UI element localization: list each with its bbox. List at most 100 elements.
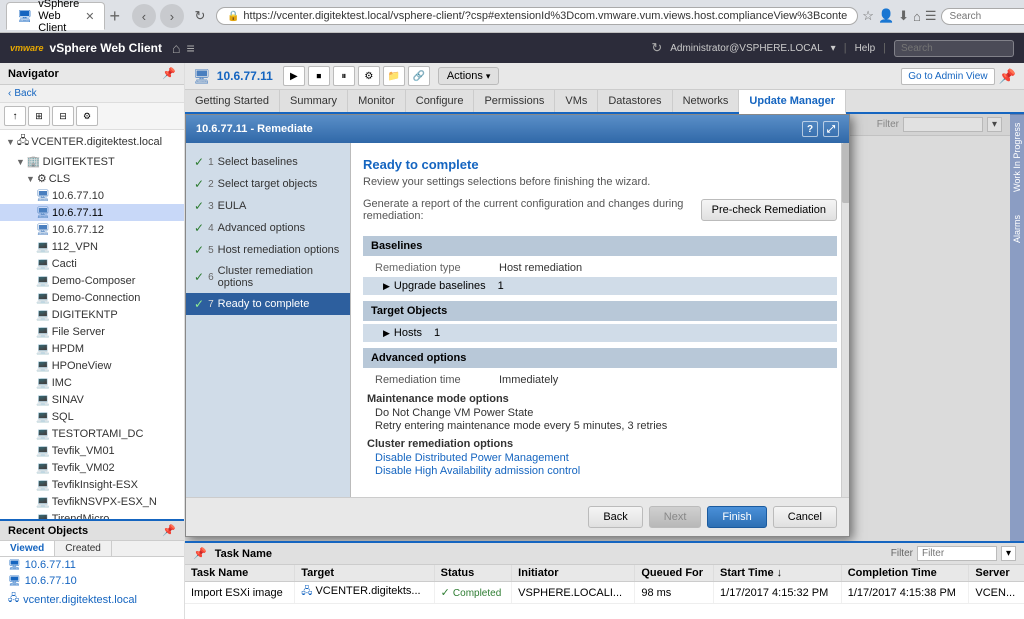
wizard-step-2[interactable]: ✓ 2 Select target objects	[186, 173, 350, 195]
list-item[interactable]: 🖥 10.6.77.10	[0, 573, 184, 589]
menu-nav-icon[interactable]: ≡	[186, 40, 194, 56]
remediate-dialog: 10.6.77.11 - Remediate ? ⤢ ✓	[185, 114, 850, 537]
address-bar[interactable]: 🔒 https://vcenter.digitektest.local/vsph…	[216, 7, 858, 25]
app-search-input[interactable]	[894, 40, 1014, 57]
sidebar-expand-btn[interactable]: ⊞	[28, 106, 50, 126]
subsection-row[interactable]: ▶ Upgrade baselines 1	[363, 277, 837, 295]
sidebar-filter-btn[interactable]: ⚙	[76, 106, 98, 126]
browser-tab[interactable]: 🖥 vSphere Web Client ✕	[6, 2, 105, 30]
tree-item-cluster[interactable]: ▼ ⚙ CLS	[0, 170, 184, 187]
tree-item-vm-5[interactable]: 💻 DIGITEKNTP	[0, 306, 184, 323]
tab-monitor[interactable]: Monitor	[348, 90, 406, 112]
user-dropdown-icon[interactable]: ▾	[831, 43, 836, 54]
tree-item-vm-14[interactable]: 💻 Tevfik_VM02	[0, 459, 184, 476]
home-nav-icon[interactable]: ⌂	[172, 40, 180, 56]
bottom-filter-dropdown[interactable]: ▾	[1001, 546, 1016, 561]
wizard-step-1[interactable]: ✓ 1 Select baselines	[186, 151, 350, 173]
tree-item-vm-16[interactable]: 💻 TevfikNSVPX-ESX_N	[0, 493, 184, 510]
tree-item-vm-7[interactable]: 💻 HPDM	[0, 340, 184, 357]
tree-item-vm-9[interactable]: 💻 IMC	[0, 374, 184, 391]
tab-viewed[interactable]: Viewed	[0, 541, 55, 556]
tree-item-datacenter[interactable]: ▼ 🏢 DIGITEKTEST	[0, 153, 184, 170]
link-icon[interactable]: 🔗	[408, 66, 430, 86]
subsection-row[interactable]: ▶ Hosts 1	[363, 324, 837, 342]
tree-item-vm-2[interactable]: 💻 Cacti	[0, 255, 184, 272]
target-objects-section-header[interactable]: Target Objects	[363, 301, 837, 321]
tree-item-vm-15[interactable]: 💻 TevfikInsight-ESX	[0, 476, 184, 493]
tab-vms[interactable]: VMs	[555, 90, 598, 112]
bottom-panel-pin-icon[interactable]: 📌	[193, 547, 207, 560]
baselines-section-header[interactable]: Baselines	[363, 236, 837, 256]
list-item[interactable]: 🖧 VCENTER.digitektest.local	[0, 610, 184, 612]
tab-getting-started[interactable]: Getting Started	[185, 90, 280, 112]
app-header: vmware vSphere Web Client ⌂ ≡ ↻ Administ…	[0, 33, 1024, 63]
sidebar-up-btn[interactable]: ↑	[4, 106, 26, 126]
sidebar-pin-icon[interactable]: 📌	[162, 67, 176, 80]
work-in-progress-tab[interactable]: Work In Progress	[1010, 114, 1024, 199]
sidebar-collapse-btn[interactable]: ⊟	[52, 106, 74, 126]
tab-networks[interactable]: Networks	[673, 90, 740, 112]
precheck-remediation-button[interactable]: Pre-check Remediation	[701, 199, 837, 221]
tree-item-vm-3[interactable]: 💻 Demo-Composer	[0, 272, 184, 289]
tab-close-icon[interactable]: ✕	[85, 10, 94, 23]
toolbar-pin-icon[interactable]: 📌	[999, 68, 1016, 85]
tree-item-vm-10[interactable]: 💻 SINAV	[0, 391, 184, 408]
tab-configure[interactable]: Configure	[406, 90, 475, 112]
finish-button[interactable]: Finish	[707, 506, 766, 528]
browser-search-input[interactable]	[941, 8, 1024, 25]
tab-datastores[interactable]: Datastores	[598, 90, 672, 112]
bookmark-icon[interactable]: ☆	[862, 8, 874, 24]
help-label[interactable]: Help	[855, 43, 876, 54]
bottom-filter-input[interactable]	[917, 546, 997, 561]
dialog-help-icon[interactable]: ?	[802, 121, 818, 137]
actions-button[interactable]: Actions ▾	[438, 67, 500, 85]
back-button[interactable]: Back	[14, 88, 36, 99]
dialog-expand-icon[interactable]: ⤢	[823, 121, 839, 137]
tree-item-host-1[interactable]: 🖥 10.6.77.10	[0, 187, 184, 204]
tree-item-vm-8[interactable]: 💻 HPOneView	[0, 357, 184, 374]
tree-item-vm-17[interactable]: 💻 TirendMicro	[0, 510, 184, 519]
home-icon[interactable]: ⌂	[913, 9, 921, 24]
back-nav-button[interactable]: ‹	[132, 4, 156, 28]
next-button[interactable]: Next	[649, 506, 702, 528]
power-on-icon[interactable]: ▶	[283, 66, 305, 86]
tree-item-host-3[interactable]: 🖥 10.6.77.12	[0, 221, 184, 238]
tree-item-vm-12[interactable]: 💻 TESTORTAMI_DC	[0, 425, 184, 442]
tab-created[interactable]: Created	[55, 541, 112, 556]
wizard-step-7[interactable]: ✓ 7 Ready to complete	[186, 293, 350, 315]
profile-icon[interactable]: 👤	[878, 8, 894, 24]
back-button[interactable]: Back	[588, 506, 642, 528]
wizard-step-4[interactable]: ✓ 4 Advanced options	[186, 217, 350, 239]
tree-item-vm-11[interactable]: 💻 SQL	[0, 408, 184, 425]
list-item[interactable]: 🖧 vcenter.digitektest.local	[0, 589, 184, 610]
tree-item-vm-4[interactable]: 💻 Demo-Connection	[0, 289, 184, 306]
task-row-1[interactable]: Import ESXi image 🖧 VCENTER.digitekts...…	[185, 582, 1024, 604]
tree-item-vm-13[interactable]: 💻 Tevfik_VM01	[0, 442, 184, 459]
download-icon[interactable]: ⬇	[898, 8, 909, 24]
tree-item-host-2-selected[interactable]: 🖥 10.6.77.11	[0, 204, 184, 221]
wizard-step-3[interactable]: ✓ 3 EULA	[186, 195, 350, 217]
tree-item-vm-6[interactable]: 💻 File Server	[0, 323, 184, 340]
tab-permissions[interactable]: Permissions	[474, 90, 555, 112]
reload-button[interactable]: ↻	[188, 4, 212, 28]
cancel-button[interactable]: Cancel	[773, 506, 837, 528]
menu-icon[interactable]: ☰	[925, 8, 937, 24]
recent-pin-icon[interactable]: 📌	[162, 524, 176, 537]
list-item[interactable]: 🖥 10.6.77.11	[0, 557, 184, 573]
tree-item-vm-1[interactable]: 💻 112_VPN	[0, 238, 184, 255]
tab-update-manager[interactable]: Update Manager	[739, 90, 846, 114]
advanced-options-section-header[interactable]: Advanced options	[363, 348, 837, 368]
power-off-icon[interactable]: ⏹	[308, 66, 330, 86]
wizard-step-5[interactable]: ✓ 5 Host remediation options	[186, 239, 350, 261]
admin-view-btn[interactable]: Go to Admin View	[901, 68, 994, 85]
wizard-step-6[interactable]: ✓ 6 Cluster remediation options	[186, 261, 350, 293]
tree-item-vcenter[interactable]: ▼ 🖧 VCENTER.digitektest.local	[0, 130, 184, 153]
forward-nav-button[interactable]: ›	[160, 4, 184, 28]
alarms-tab[interactable]: Alarms	[1010, 199, 1024, 259]
tab-summary[interactable]: Summary	[280, 90, 348, 112]
folder-icon[interactable]: 📁	[383, 66, 405, 86]
new-tab-button[interactable]: +	[109, 6, 120, 26]
settings-icon[interactable]: ⚙	[358, 66, 380, 86]
refresh-icon[interactable]: ↻	[651, 40, 662, 56]
pause-icon[interactable]: ⏸	[333, 66, 355, 86]
